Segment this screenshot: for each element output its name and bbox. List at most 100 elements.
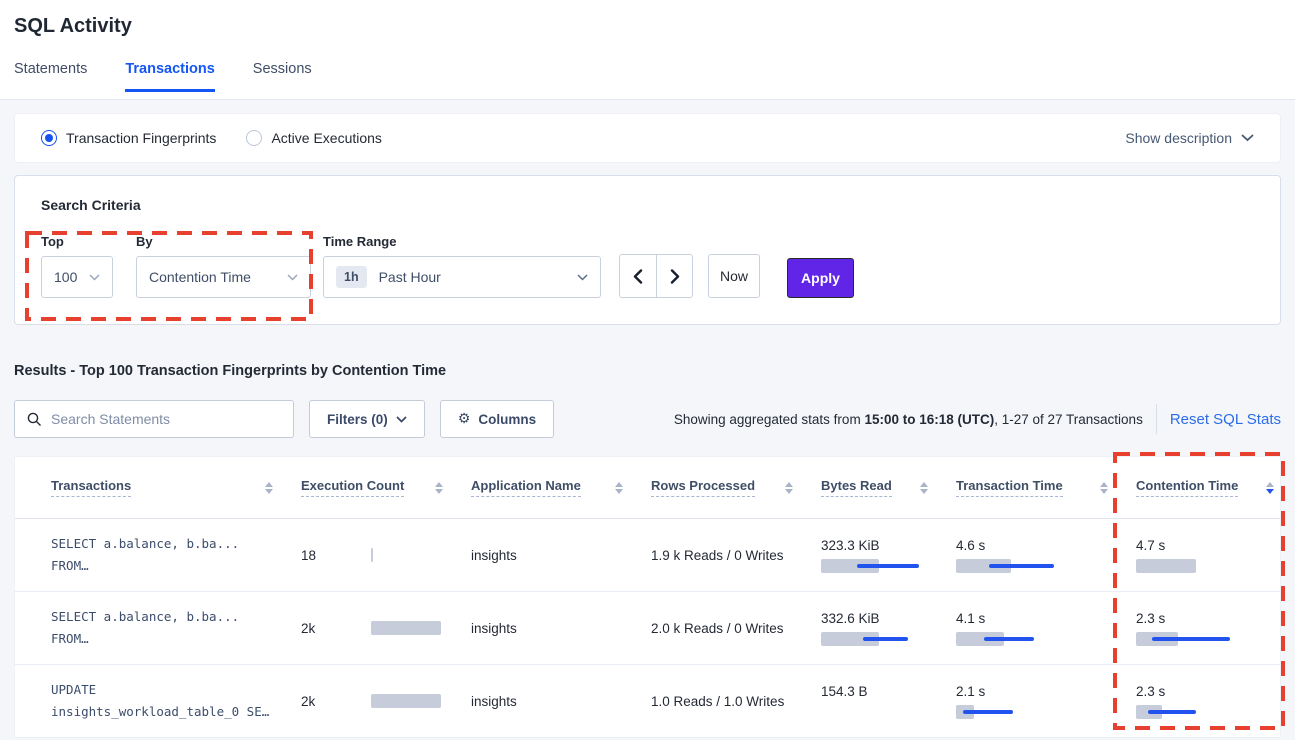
sort-contention-time-active[interactable] [1266, 482, 1274, 494]
chevron-down-icon [396, 416, 407, 423]
by-field: By Contention Time [136, 234, 311, 298]
view-toggle-bar: Transaction Fingerprints Active Executio… [14, 113, 1281, 163]
by-label: By [136, 234, 311, 249]
radio-active-executions[interactable]: Active Executions [246, 130, 382, 146]
now-button[interactable]: Now [708, 254, 760, 298]
bytes-read-cell: 323.3 KiB [821, 538, 956, 573]
radio-fingerprints-label: Transaction Fingerprints [66, 130, 216, 146]
contention-time-bar [1136, 559, 1196, 573]
previous-time-button[interactable] [619, 254, 656, 298]
results-toolbar: Filters (0) ⚙ Columns Showing aggregated… [14, 400, 1281, 438]
sort-application-name[interactable] [615, 482, 623, 494]
sort-execution-count[interactable] [435, 482, 443, 494]
radio-transaction-fingerprints[interactable]: Transaction Fingerprints [41, 130, 216, 146]
radio-unselected-icon [246, 130, 262, 146]
transaction-fingerprint-link[interactable]: UPDATEinsights_workload_table_0 SE… [51, 679, 301, 723]
search-statements-input[interactable] [51, 411, 281, 427]
sort-transactions[interactable] [265, 482, 273, 494]
show-description-toggle[interactable]: Show description [1125, 130, 1254, 146]
transaction-fingerprint-link[interactable]: SELECT a.balance, b.ba...FROM… [51, 606, 301, 650]
chevron-down-icon [287, 274, 298, 281]
execution-count-bar [371, 548, 373, 562]
rows-processed-value: 1.9 k Reads / 0 Writes [651, 548, 821, 563]
col-bytes-read[interactable]: Bytes Read [821, 478, 892, 497]
execution-count-bar [371, 694, 441, 708]
top-value: 100 [54, 269, 89, 285]
transaction-time-cell: 4.6 s [956, 538, 1136, 573]
transaction-time-mean-line [984, 637, 1034, 641]
search-criteria-title: Search Criteria [41, 197, 1254, 213]
col-rows-processed[interactable]: Rows Processed [651, 478, 755, 497]
next-time-button[interactable] [656, 254, 693, 298]
showing-stats-text: Showing aggregated stats from 15:00 to 1… [674, 412, 1143, 427]
filters-button[interactable]: Filters (0) [309, 400, 425, 438]
table-header-row: Transactions Execution Count Application… [15, 457, 1280, 519]
time-range-label: Time Range [323, 234, 601, 249]
sort-rows-processed[interactable] [785, 482, 793, 494]
bytes-read-value: 323.3 KiB [821, 538, 956, 553]
chevron-left-icon [633, 269, 643, 284]
bytes-read-value: 332.6 KiB [821, 611, 956, 626]
top-field: Top 100 [41, 234, 113, 298]
contention-time-value: 2.3 s [1136, 611, 1280, 626]
transaction-time-value: 2.1 s [956, 684, 1136, 699]
col-transactions[interactable]: Transactions [51, 478, 131, 497]
application-name-value: insights [471, 694, 651, 709]
execution-count-value: 2k [301, 621, 359, 636]
tab-transactions[interactable]: Transactions [125, 61, 214, 92]
chevron-down-icon [1241, 134, 1254, 142]
chevron-right-icon [670, 269, 680, 284]
transaction-time-cell: 4.1 s [956, 611, 1136, 646]
filters-label: Filters (0) [327, 412, 388, 427]
bytes-read-mean-line [863, 637, 908, 641]
top-label: Top [41, 234, 113, 249]
showing-prefix: Showing aggregated stats from [674, 412, 865, 427]
toolbar-divider [1156, 404, 1157, 434]
tab-bar: Statements Transactions Sessions [14, 61, 1281, 92]
time-range-badge: 1h [336, 266, 367, 288]
transaction-fingerprint-link[interactable]: SELECT a.balance, b.ba...FROM… [51, 533, 301, 577]
results-heading: Results - Top 100 Transaction Fingerprin… [14, 363, 1281, 379]
execution-count-bar [371, 621, 441, 635]
sort-bytes-read[interactable] [920, 482, 928, 494]
columns-button[interactable]: ⚙ Columns [440, 400, 554, 438]
radio-selected-icon [41, 130, 57, 146]
application-name-value: insights [471, 548, 651, 563]
execution-count-cell: 18 [301, 548, 471, 563]
show-description-label: Show description [1125, 130, 1232, 146]
time-range-field: Time Range 1h Past Hour [323, 234, 601, 298]
transaction-time-value: 4.6 s [956, 538, 1136, 553]
by-select[interactable]: Contention Time [136, 256, 311, 298]
by-value: Contention Time [149, 269, 287, 285]
time-range-nav [619, 254, 693, 298]
contention-time-cell: 2.3 s [1136, 611, 1280, 646]
col-contention-time[interactable]: Contention Time [1136, 478, 1238, 497]
tab-sessions[interactable]: Sessions [253, 61, 312, 92]
execution-count-value: 18 [301, 548, 359, 563]
rows-processed-value: 2.0 k Reads / 0 Writes [651, 621, 821, 636]
search-statements-box [14, 400, 294, 438]
sort-transaction-time[interactable] [1100, 482, 1108, 494]
transaction-time-mean-line [963, 710, 1013, 714]
bytes-read-mean-line [857, 564, 919, 568]
transactions-table: Transactions Execution Count Application… [14, 456, 1281, 738]
top-select[interactable]: 100 [41, 256, 113, 298]
col-transaction-time[interactable]: Transaction Time [956, 478, 1063, 497]
showing-suffix: , 1-27 of 27 Transactions [994, 412, 1143, 427]
table-row: SELECT a.balance, b.ba...FROM… 18 insigh… [15, 519, 1280, 592]
contention-time-mean-line [1152, 637, 1230, 641]
tab-statements[interactable]: Statements [14, 61, 87, 92]
rows-processed-value: 1.0 Reads / 1.0 Writes [651, 694, 821, 709]
transaction-time-value: 4.1 s [956, 611, 1136, 626]
time-range-select[interactable]: 1h Past Hour [323, 256, 601, 298]
apply-button[interactable]: Apply [787, 258, 854, 298]
bytes-read-cell: 332.6 KiB [821, 611, 956, 646]
chevron-down-icon [577, 274, 588, 281]
col-application-name[interactable]: Application Name [471, 478, 581, 497]
reset-sql-stats-link[interactable]: Reset SQL Stats [1170, 411, 1281, 428]
application-name-value: insights [471, 621, 651, 636]
col-execution-count[interactable]: Execution Count [301, 478, 404, 497]
contention-time-cell: 4.7 s [1136, 538, 1280, 573]
transaction-time-mean-line [989, 564, 1054, 568]
execution-count-cell: 2k [301, 621, 471, 636]
